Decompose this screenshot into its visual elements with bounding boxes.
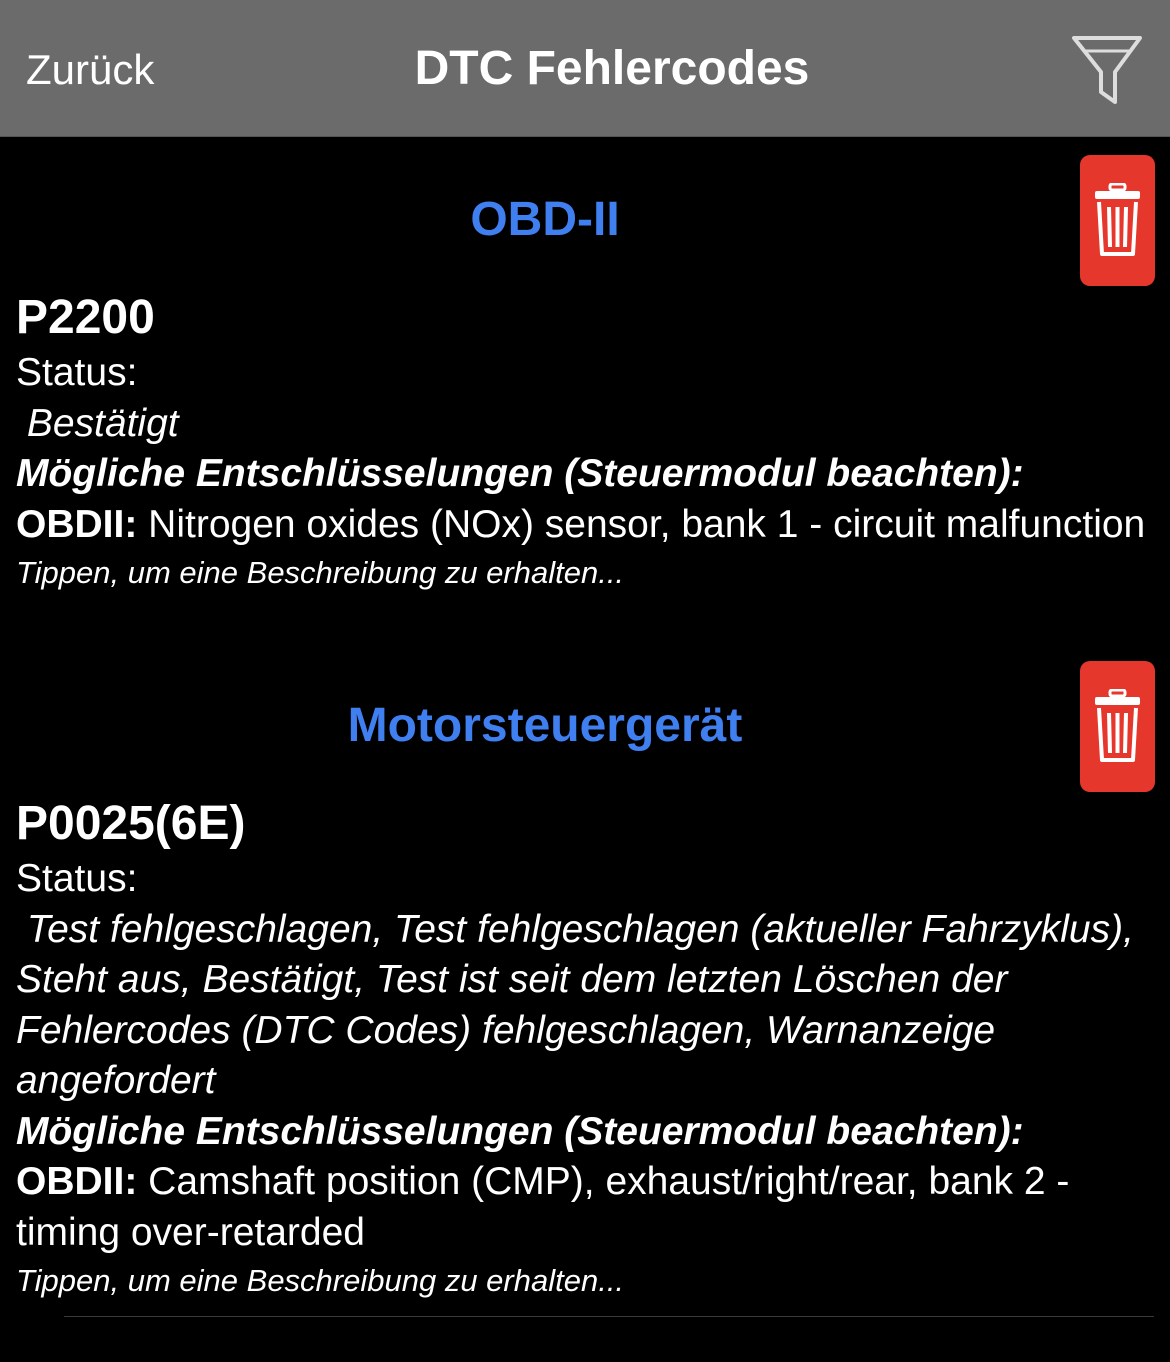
filter-icon [1072,36,1142,104]
description-hint: Tippen, um eine Beschreibung zu erhalten… [16,1263,625,1298]
decode-text: Nitrogen oxides (NOx) sensor, bank 1 - c… [137,502,1146,546]
section-title-obd2: OBD-II [470,193,620,246]
decode-text: Camshaft position (CMP), exhaust/right/r… [16,1160,1081,1254]
section-title-engine-control-unit: Motorsteuergerät [347,699,743,752]
delete-button-engine-control-unit[interactable] [1080,661,1155,792]
status-value: Bestätigt [16,401,179,445]
dtc-code: P0025(6E) [16,797,246,850]
status-value: Test fehlgeschlagen, Test fehlgeschlagen… [16,907,1145,1103]
page-title: DTC Fehlercodes [414,42,810,95]
decode-heading: Mögliche Entschlüsselungen (Steuermodul … [16,1109,1024,1153]
trash-icon [1095,183,1140,256]
list-separator [64,1316,1154,1317]
trash-icon [1095,689,1140,762]
filter-button[interactable] [1068,30,1146,110]
dtc-code: P2200 [16,291,155,344]
dtc-entry[interactable]: P0025(6E) Status: Test fehlgeschlagen, T… [16,796,1146,1304]
decode-line: OBDII: Nitrogen oxides (NOx) sensor, ban… [16,500,1146,551]
status-label: Status: [16,857,138,900]
decode-prefix: OBDII: [16,1160,138,1203]
dtc-entry[interactable]: P2200 Status: Bestätigt Mögliche Entschl… [16,290,1146,596]
decode-line: OBDII: Camshaft position (CMP), exhaust/… [16,1157,1146,1258]
navigation-bar: Zurück DTC Fehlercodes [0,0,1170,137]
status-label: Status: [16,351,138,394]
decode-heading: Mögliche Entschlüsselungen (Steuermodul … [16,452,1024,495]
description-hint: Tippen, um eine Beschreibung zu erhalten… [16,555,625,590]
decode-prefix: OBDII: [16,502,138,546]
delete-button-obd2[interactable] [1080,155,1155,286]
